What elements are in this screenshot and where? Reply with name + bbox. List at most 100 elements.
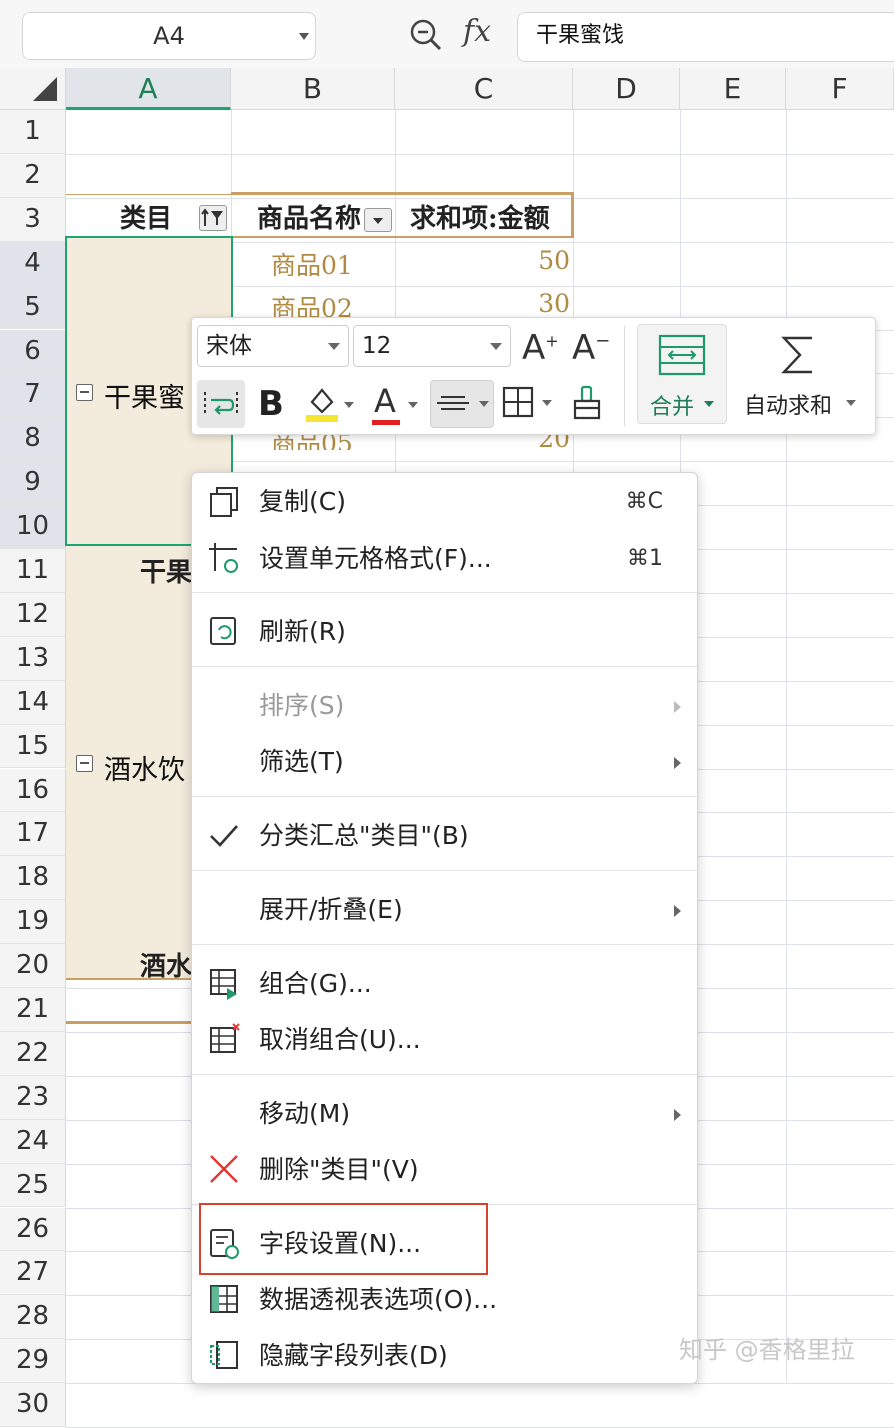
menu-item[interactable]: 组合(G)... <box>192 959 697 1009</box>
increase-font-button[interactable]: A+ <box>522 328 559 368</box>
menu-item[interactable]: 展开/折叠(E) <box>192 885 697 935</box>
row-header-13[interactable]: 13 <box>0 636 66 681</box>
border-button[interactable] <box>500 384 560 428</box>
product-filter-button[interactable] <box>364 208 392 232</box>
menu-item-shortcut: ⌘C <box>625 489 663 514</box>
collapse-icon[interactable] <box>76 755 93 772</box>
name-box-value: A4 <box>153 22 185 50</box>
font-name-select[interactable]: 宋体 <box>197 325 349 367</box>
row-header-2[interactable]: 2 <box>0 153 66 198</box>
row-header-17[interactable]: 17 <box>0 812 66 857</box>
align-center-icon <box>437 396 469 410</box>
wrap-text-button[interactable] <box>197 380 245 428</box>
autosum-button[interactable]: 自动求和 <box>740 324 870 424</box>
header-product: 商品名称 <box>257 204 362 234</box>
menu-item-label: 数据透视表选项(O)... <box>259 1285 498 1314</box>
menu-item[interactable]: 删除"类目"(V) <box>192 1145 697 1195</box>
chevron-down-icon[interactable] <box>490 343 502 350</box>
collapse-icon[interactable] <box>76 384 93 401</box>
chevron-down-icon[interactable] <box>704 401 714 407</box>
row-header-22[interactable]: 22 <box>0 1031 66 1076</box>
menu-item[interactable]: 复制(C) ⌘C <box>192 477 697 527</box>
row-header-8[interactable]: 8 <box>0 417 66 462</box>
row-header-1[interactable]: 1 <box>0 110 66 154</box>
group2-subtotal: 酒水 <box>140 952 193 982</box>
row-header-4[interactable]: 4 <box>0 241 66 286</box>
group1-subtotal: 干果 <box>140 558 193 588</box>
merge-button[interactable]: 合并 <box>637 324 727 424</box>
row-header-20[interactable]: 20 <box>0 944 66 988</box>
menu-item-label: 删除"类目"(V) <box>259 1155 419 1184</box>
chevron-down-icon[interactable] <box>408 402 418 408</box>
bold-button[interactable]: B <box>258 384 284 424</box>
header-category: 类目 <box>120 204 173 234</box>
row-header-6[interactable]: 6 <box>0 329 66 374</box>
row-header-3[interactable]: 3 <box>0 197 66 242</box>
menu-item[interactable]: 设置单元格格式(F)... ⌘1 <box>192 534 697 584</box>
row-header-21[interactable]: 21 <box>0 988 66 1032</box>
decrease-font-button[interactable]: A− <box>572 328 610 368</box>
row-header-12[interactable]: 12 <box>0 592 66 637</box>
menu-item[interactable]: 取消组合(U)... <box>192 1015 697 1065</box>
menu-item[interactable]: 隐藏字段列表(D) <box>192 1331 697 1381</box>
font-name-value: 宋体 <box>206 333 252 359</box>
row-header-29[interactable]: 29 <box>0 1339 66 1384</box>
name-box[interactable]: A4 <box>22 12 316 60</box>
row-header-7[interactable]: 7 <box>0 373 66 418</box>
column-header-a[interactable]: A <box>66 68 231 110</box>
menu-item[interactable]: 数据透视表选项(O)... <box>192 1275 697 1325</box>
row-header-11[interactable]: 11 <box>0 549 66 593</box>
chevron-down-icon[interactable] <box>846 400 856 406</box>
category-filter-button[interactable] <box>199 205 227 231</box>
fill-bucket-icon <box>306 388 338 422</box>
menu-item[interactable]: 排序(S) <box>192 681 697 731</box>
row-header-28[interactable]: 28 <box>0 1295 66 1340</box>
row-header-10[interactable]: 10 <box>0 505 66 549</box>
column-header-b[interactable]: B <box>231 68 395 110</box>
zoom-icon[interactable] <box>408 17 444 53</box>
menu-item[interactable]: 筛选(T) <box>192 737 697 787</box>
chevron-down-icon[interactable] <box>328 343 340 350</box>
row-header-26[interactable]: 26 <box>0 1207 66 1252</box>
column-header-e[interactable]: E <box>680 68 786 110</box>
row-header-25[interactable]: 25 <box>0 1163 66 1208</box>
ungroup-icon <box>210 1023 240 1053</box>
row-header-9[interactable]: 9 <box>0 461 66 506</box>
row-header-14[interactable]: 14 <box>0 680 66 725</box>
item-amount[interactable]: 30 <box>400 289 570 318</box>
merge-label: 合并 <box>650 395 695 420</box>
row-header-27[interactable]: 27 <box>0 1251 66 1296</box>
row-header-15[interactable]: 15 <box>0 724 66 769</box>
fill-color-button[interactable] <box>304 384 356 428</box>
chevron-down-icon[interactable] <box>299 33 309 40</box>
chevron-down-icon[interactable] <box>542 400 552 406</box>
font-size-select[interactable]: 12 <box>353 325 511 367</box>
select-all-corner[interactable] <box>0 68 66 110</box>
item-amount[interactable]: 50 <box>400 246 570 275</box>
row-header-18[interactable]: 18 <box>0 856 66 901</box>
row-header-30[interactable]: 30 <box>0 1383 66 1427</box>
row-header-5[interactable]: 5 <box>0 285 66 330</box>
increase-font-icon: A <box>522 328 546 368</box>
row-header-23[interactable]: 23 <box>0 1075 66 1120</box>
menu-item-label: 隐藏字段列表(D) <box>259 1341 448 1370</box>
format-painter-button[interactable] <box>570 384 604 426</box>
row-header-16[interactable]: 16 <box>0 768 66 813</box>
menu-item[interactable]: 移动(M) <box>192 1089 697 1139</box>
row-header-19[interactable]: 19 <box>0 900 66 945</box>
filter-sort-icon <box>201 208 223 226</box>
formula-input[interactable]: 干果蜜饯 <box>517 12 894 62</box>
column-header-f[interactable]: F <box>786 68 894 110</box>
menu-item[interactable]: 刷新(R) <box>192 607 697 657</box>
align-button[interactable] <box>430 380 494 428</box>
submenu-arrow-icon <box>674 757 681 769</box>
row-header-24[interactable]: 24 <box>0 1119 66 1164</box>
item-name[interactable]: 商品01 <box>271 246 353 282</box>
chevron-down-icon[interactable] <box>344 402 354 408</box>
column-header-d[interactable]: D <box>573 68 680 110</box>
fx-icon[interactable]: fx <box>463 14 491 49</box>
chevron-down-icon[interactable] <box>479 401 489 407</box>
column-header-c[interactable]: C <box>395 68 573 110</box>
menu-item[interactable]: 分类汇总"类目"(B) <box>192 811 697 861</box>
font-color-button[interactable]: A <box>370 382 422 428</box>
